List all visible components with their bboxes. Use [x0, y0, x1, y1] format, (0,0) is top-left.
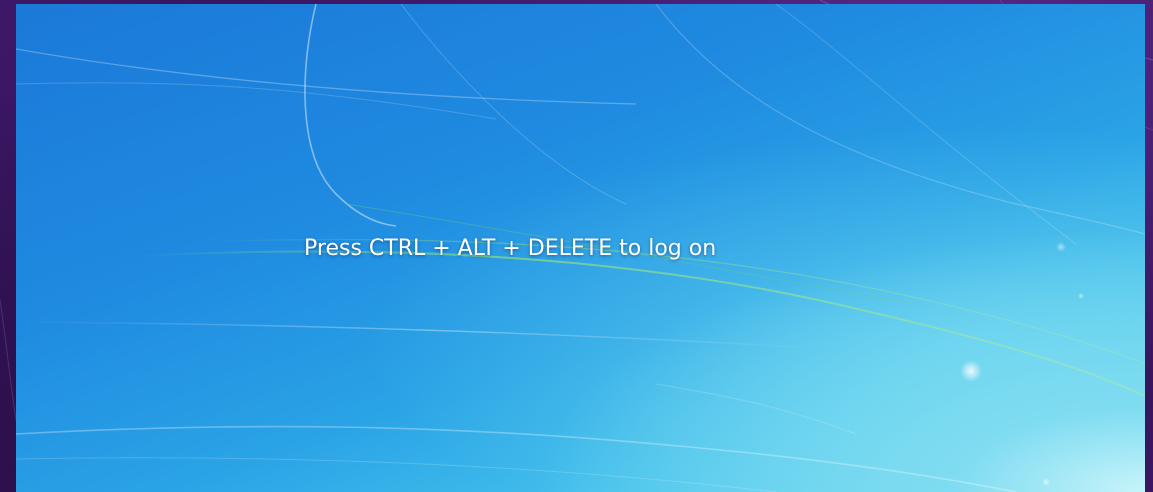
- logon-screen: Press CTRL + ALT + DELETE to log on: [16, 4, 1145, 492]
- ctrl-alt-delete-prompt: Press CTRL + ALT + DELETE to log on: [304, 236, 717, 261]
